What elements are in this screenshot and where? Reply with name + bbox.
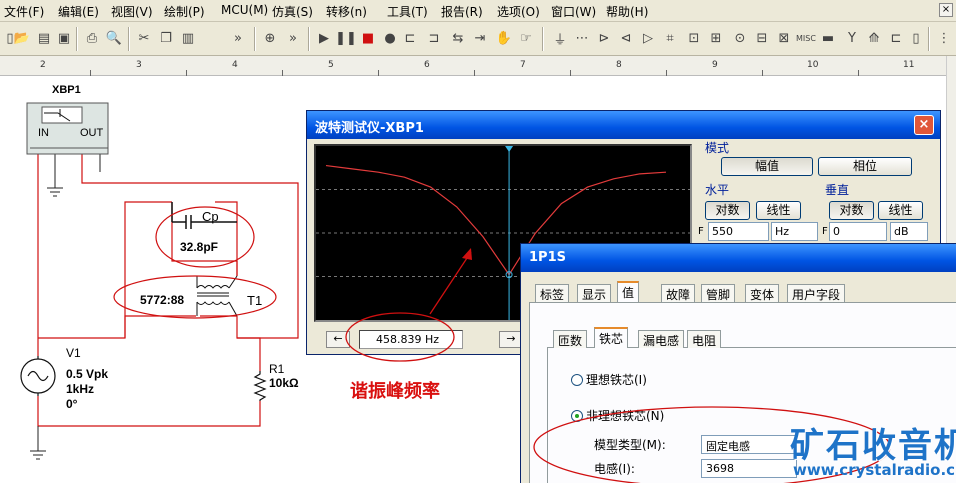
subtab-core[interactable]: 铁芯 bbox=[594, 327, 629, 348]
annotation-overlay bbox=[345, 248, 891, 483]
resonance-peak-annotation: 谐振峰频率 bbox=[350, 381, 440, 402]
freq-highlight-ellipse bbox=[345, 312, 455, 362]
watermark-logo: 矿石收音机 bbox=[790, 426, 956, 466]
multisim-window: 文件(F) 编辑(E) 视图(V) 绘制(P) MCU(M) 仿真(S) 转移(… bbox=[0, 0, 956, 483]
arrow-head-icon bbox=[462, 248, 472, 260]
watermark-url: www.crystalradio.cn bbox=[793, 461, 956, 479]
tab-value[interactable]: 值 bbox=[617, 281, 640, 302]
arrow-line bbox=[429, 251, 472, 315]
